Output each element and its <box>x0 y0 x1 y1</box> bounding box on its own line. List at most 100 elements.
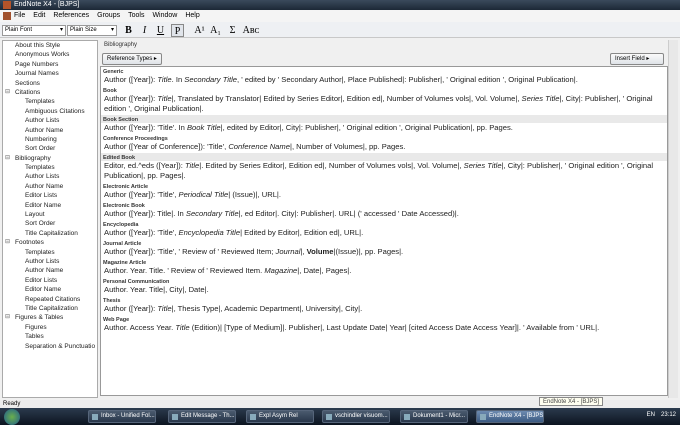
reference-types-button[interactable]: Reference Types ▸ <box>102 53 162 65</box>
tree-item[interactable]: Editor Lists <box>3 191 97 200</box>
tree-item[interactable]: Templates <box>3 97 97 106</box>
document-icon[interactable] <box>3 12 11 20</box>
tree-item[interactable]: Editor Lists <box>3 276 97 285</box>
tree-item[interactable]: Layout <box>3 210 97 219</box>
taskbar-button[interactable]: Inbox - Unified Fol... <box>88 410 156 423</box>
template-line[interactable]: Author. Access Year. Title (Edition)| [T… <box>101 323 667 334</box>
taskbar: Inbox - Unified Fol... Edit Message - Th.… <box>0 408 680 425</box>
template-line[interactable]: Author ([Year]): 'Title'. In Book Title|… <box>101 123 667 134</box>
tree-item[interactable]: About this Style <box>3 41 97 50</box>
template-line[interactable]: Author ([Year]): 'Title', ' Review of ' … <box>101 247 667 258</box>
taskbar-button[interactable]: Expl Asym Rel <box>246 410 314 423</box>
taskbar-button[interactable]: vschindler visuom... <box>322 410 390 423</box>
reference-type-heading: Book Section <box>101 115 667 123</box>
tree-item[interactable]: Author Name <box>3 182 97 191</box>
template-line[interactable]: Author. Year. Title|, City|, Date|. <box>101 285 667 296</box>
menu-file[interactable]: File <box>14 12 25 19</box>
template-segment: Author ([Year]): 'Title', ' Review of ' … <box>104 247 276 256</box>
tree-group[interactable]: Footnotes <box>3 238 97 248</box>
tree-item[interactable]: Author Name <box>3 126 97 135</box>
tree-item[interactable]: Sections <box>3 79 97 88</box>
reference-type-heading: Personal Communication <box>103 279 170 285</box>
tree-item[interactable]: Sort Order <box>3 144 97 153</box>
tree-item[interactable]: Author Lists <box>3 257 97 266</box>
template-line[interactable]: Author ([Year]): Title|. In Secondary Ti… <box>101 209 667 220</box>
small-caps-button[interactable]: Aʙᴄ <box>242 24 260 37</box>
menu-window[interactable]: Window <box>152 12 177 19</box>
tree-item[interactable]: Editor Name <box>3 285 97 294</box>
reference-type-heading: Magazine Article <box>103 260 147 266</box>
template-segment: Author ([Year]): <box>104 304 158 313</box>
bold-button[interactable]: B <box>122 24 135 37</box>
template-segment: . In <box>171 75 185 84</box>
taskbar-button[interactable]: EndNote X4 - [BJPS] <box>476 410 544 423</box>
menu-groups[interactable]: Groups <box>97 12 120 19</box>
template-line[interactable]: Editor, ed.^eds ([Year]): Title|. Edited… <box>101 161 667 182</box>
template-segment: Title <box>157 75 172 84</box>
plain-button[interactable]: P <box>171 24 184 37</box>
tree-group[interactable]: Bibliography <box>3 154 97 164</box>
template-segment: | Edited by Editor|, Edition ed|, URL|. <box>240 228 364 237</box>
font-select[interactable]: Plain Font <box>2 25 66 36</box>
start-button[interactable] <box>4 409 20 425</box>
italic-button[interactable]: I <box>138 24 151 37</box>
tree-item[interactable]: Author Lists <box>3 172 97 181</box>
taskbar-button[interactable]: Edit Message - Th... <box>168 410 236 423</box>
menu-tools[interactable]: Tools <box>128 12 144 19</box>
template-line[interactable]: Author ([Year of Conference]): 'Title', … <box>101 142 667 153</box>
superscript-button[interactable]: A¹ <box>193 24 206 37</box>
template-segment: Series Title <box>521 94 560 103</box>
tree-item[interactable]: Templates <box>3 248 97 257</box>
template-line[interactable]: Author ([Year]): 'Title', Encyclopedia T… <box>101 228 667 239</box>
menu-references[interactable]: References <box>53 12 89 19</box>
template-segment: Author ([Year]): <box>104 94 158 103</box>
underline-button[interactable]: U <box>154 24 167 37</box>
language-indicator[interactable]: EN <box>647 412 655 418</box>
template-editor[interactable]: Generic Author ([Year]): Title. In Second… <box>100 66 668 396</box>
menu-bar: File Edit References Groups Tools Window Help <box>0 10 680 22</box>
tree-item[interactable]: Numbering <box>3 135 97 144</box>
tree-item[interactable]: Templates <box>3 163 97 172</box>
insert-field-button[interactable]: Insert Field ▸ <box>610 53 664 65</box>
template-segment: Title <box>157 304 172 313</box>
tree-item[interactable]: Sort Order <box>3 219 97 228</box>
tree-item[interactable]: Figures <box>3 323 97 332</box>
tree-item[interactable]: Author Lists <box>3 116 97 125</box>
template-segment: | (Issue)|, URL|. <box>228 190 282 199</box>
menu-edit[interactable]: Edit <box>33 12 45 19</box>
size-select[interactable]: Plain Size <box>67 25 117 36</box>
tree-item[interactable]: Title Capitalization <box>3 229 97 238</box>
template-line[interactable]: Author ([Year]): Title|, Translated by T… <box>101 94 667 115</box>
tree-item[interactable]: Tables <box>3 332 97 341</box>
template-segment: Encyclopedia Title <box>178 228 241 237</box>
window-title: EndNote X4 - [BJPS] <box>14 1 80 8</box>
template-line[interactable]: Author ([Year]): 'Title', Periodical Tit… <box>101 190 667 201</box>
taskbar-button[interactable]: Dokument1 - Micr... <box>400 410 468 423</box>
tree-group[interactable]: Citations <box>3 88 97 98</box>
tree-item[interactable]: Repeated Citations <box>3 295 97 304</box>
tree-item[interactable]: Separation & Punctuatio <box>3 342 97 351</box>
tree-item[interactable]: Journal Names <box>3 69 97 78</box>
template-line[interactable]: Author ([Year]): Title. In Secondary Tit… <box>101 75 667 86</box>
taskbar-tooltip: EndNote X4 - [BJPS] <box>539 397 604 406</box>
template-segment: Series Title <box>463 161 502 170</box>
template-segment: Author ([Year]): 'Title', <box>104 190 179 199</box>
template-line[interactable]: Author ([Year]): Title|, Thesis Type|, A… <box>101 304 667 315</box>
template-segment: Book Title <box>186 123 221 132</box>
subscript-button[interactable]: A₁ <box>209 24 222 37</box>
vertical-scrollbar[interactable] <box>668 40 678 398</box>
template-line[interactable]: Author. Year. Title. ' Review of ' Revie… <box>101 266 667 277</box>
clock[interactable]: 23:12 <box>661 412 676 418</box>
tree-item[interactable]: Ambiguous Citations <box>3 107 97 116</box>
tree-item[interactable]: Anonymous Works <box>3 50 97 59</box>
tree-item[interactable]: Author Name <box>3 266 97 275</box>
tree-item[interactable]: Editor Name <box>3 201 97 210</box>
template-segment: |, Date|, Pages|. <box>297 266 352 275</box>
template-segment: Title <box>157 94 172 103</box>
template-segment: Title <box>184 161 200 170</box>
tree-item[interactable]: Title Capitalization <box>3 304 97 313</box>
menu-help[interactable]: Help <box>185 12 199 19</box>
tree-item[interactable]: Page Numbers <box>3 60 97 69</box>
tree-group[interactable]: Figures & Tables <box>3 313 97 323</box>
symbol-button[interactable]: Σ <box>226 24 239 37</box>
